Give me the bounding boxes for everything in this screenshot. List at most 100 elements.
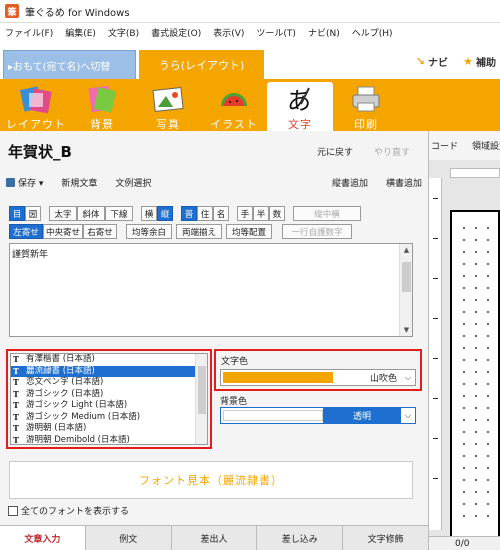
canvas-pane: コード 領域設定 0/0: [429, 131, 500, 550]
tate-chu-yoko-button[interactable]: 縦中横: [293, 206, 361, 221]
vertical-ruler: [429, 178, 442, 530]
number-button[interactable]: 数: [269, 206, 285, 221]
add-vertical-text-button[interactable]: 縦書追加: [332, 176, 368, 189]
title-bar: 筆 筆ぐるめ for Windows: [0, 0, 500, 23]
text-content: 謹賀新年: [12, 250, 49, 260]
ribbon-layout-button[interactable]: レイアウト: [3, 82, 69, 131]
format-button-2[interactable]: 圀: [25, 206, 41, 221]
handwriting-button[interactable]: 手: [237, 206, 253, 221]
navi-link[interactable]: ↘ ナビ: [416, 54, 448, 69]
horizontal-button[interactable]: 横: [141, 206, 157, 221]
ribbon-illustration-button[interactable]: イラスト: [201, 82, 267, 131]
scroll-up-icon[interactable]: ▲: [402, 246, 411, 254]
align-left-button[interactable]: 左寄せ: [9, 224, 43, 239]
text-input-area[interactable]: 謹賀新年 ▲ ▼: [9, 243, 413, 337]
font-item[interactable]: T 游ゴシック Light (日本語): [11, 400, 207, 412]
show-all-fonts-label: 全てのフォントを表示する: [21, 507, 130, 517]
help-link[interactable]: ★ 補助: [463, 54, 496, 69]
code-button[interactable]: コード: [431, 139, 458, 152]
show-all-fonts-checkbox[interactable]: 全てのフォントを表示する: [8, 504, 129, 517]
horizontal-ruler: [450, 168, 500, 178]
scroll-down-icon[interactable]: ▼: [402, 326, 411, 334]
ribbon-background-button[interactable]: 背景: [69, 82, 135, 131]
menu-text[interactable]: 文字(B): [108, 26, 139, 39]
vertical-button[interactable]: 縦: [157, 206, 173, 221]
save-button[interactable]: 保存 ▾: [6, 176, 43, 189]
menu-file[interactable]: ファイル(F): [5, 26, 53, 39]
font-item-selected[interactable]: T 麗流隷書 (日本語): [11, 365, 207, 377]
font-item[interactable]: T 游明朝 (日本語): [11, 423, 207, 435]
font-item-label: 有澤楷書 (日本語): [26, 354, 95, 364]
scroll-thumb[interactable]: [402, 262, 411, 292]
distribute-button[interactable]: 均等配置: [226, 224, 272, 239]
ruler-tick: [433, 358, 438, 359]
font-list-highlight: T 有澤楷書 (日本語) T 麗流隷書 (日本語) T 恋文ペン字 (日本語) T 游ゴ…: [6, 349, 212, 449]
tab-text-decoration[interactable]: 文字修飾: [343, 526, 429, 550]
save-label: 保存 ▾: [18, 178, 44, 189]
font-item-label: 游明朝 Demibold (日本語): [26, 434, 130, 445]
font-item[interactable]: T 游明朝 Demibold (日本語): [11, 434, 207, 445]
undo-button[interactable]: 元に戻す: [317, 145, 353, 158]
font-list-scrollbar[interactable]: [195, 354, 207, 444]
menu-navi[interactable]: ナビ(N): [308, 26, 340, 39]
text-color-name: 山吹色: [369, 374, 397, 384]
font-item-label: 游ゴシック (日本語): [26, 388, 104, 399]
ruler-tick: [433, 278, 438, 279]
menu-tools[interactable]: ツール(T): [256, 26, 296, 39]
align-right-button[interactable]: 右寄せ: [83, 224, 117, 239]
switch-to-front-tab[interactable]: ▸おもて(宛て名)へ切替: [3, 50, 136, 79]
menu-view[interactable]: 表示(V): [213, 26, 244, 39]
truetype-icon: T: [13, 388, 19, 399]
ribbon: レイアウト 背景 写真 イラスト あ 文字 印刷: [0, 79, 500, 131]
font-item[interactable]: T 恋文ペン字 (日本語): [11, 377, 207, 389]
checkbox-box[interactable]: [8, 505, 18, 516]
bold-button[interactable]: 太字: [49, 206, 77, 221]
ruler-tick: [433, 478, 438, 479]
ribbon-photo-button[interactable]: 写真: [135, 82, 201, 131]
text-color-select[interactable]: 山吹色 ⌵: [220, 369, 416, 386]
bg-color-select[interactable]: 透明 ⌵: [220, 407, 416, 424]
select-example-button[interactable]: 文例選択: [115, 176, 151, 189]
font-item[interactable]: T 游ゴシック (日本語): [11, 389, 207, 401]
align-center-button[interactable]: 中央寄せ: [43, 224, 83, 239]
bg-color-label: 背景色: [220, 397, 248, 407]
font-scroll-thumb[interactable]: [198, 366, 206, 414]
address-type-button[interactable]: 住: [197, 206, 213, 221]
font-item[interactable]: T 游ゴシック Medium (日本語): [11, 412, 207, 424]
page-counter: 0/0: [429, 536, 500, 550]
align-button-row: 左寄せ 中央寄せ 右寄せ 均等余白 両端揃え 均等配置 一行自護数字: [9, 224, 352, 240]
text-color-highlight: 文字色 山吹色 ⌵: [214, 349, 422, 391]
font-list[interactable]: T 有澤楷書 (日本語) T 麗流隷書 (日本語) T 恋文ペン字 (日本語) T 游ゴ…: [10, 353, 208, 445]
tab-sender[interactable]: 差出人: [171, 526, 258, 550]
tab-text-input[interactable]: 文章入力: [0, 526, 86, 550]
grid-dots: [458, 222, 498, 522]
font-item[interactable]: T 有澤楷書 (日本語): [11, 354, 207, 366]
text-scrollbar[interactable]: ▲ ▼: [399, 244, 412, 336]
postcard-canvas[interactable]: [450, 210, 500, 540]
ribbon-text-button[interactable]: あ 文字: [267, 82, 333, 131]
name-type-button[interactable]: 名: [213, 206, 229, 221]
normal-type-button[interactable]: 普: [181, 206, 197, 221]
format-button-1[interactable]: 目: [9, 206, 25, 221]
underline-button[interactable]: 下線: [105, 206, 133, 221]
redo-button[interactable]: やり直す: [374, 145, 410, 158]
tab-merge[interactable]: 差し込み: [257, 526, 344, 550]
add-horizontal-text-button[interactable]: 横書追加: [386, 176, 422, 189]
truetype-icon: T: [13, 354, 19, 364]
menu-edit[interactable]: 編集(E): [65, 26, 96, 39]
italic-button[interactable]: 斜体: [77, 206, 105, 221]
truetype-icon: T: [13, 400, 19, 410]
menu-format[interactable]: 書式設定(O): [151, 26, 201, 39]
navi-label: ナビ: [428, 58, 448, 69]
justify-button[interactable]: 両端揃え: [176, 224, 222, 239]
half-width-button[interactable]: 半: [253, 206, 269, 221]
back-layout-tab[interactable]: うら(レイアウト): [139, 50, 264, 79]
area-setting-button[interactable]: 領域設定: [472, 139, 500, 152]
even-margin-button[interactable]: 均等余白: [126, 224, 172, 239]
menu-help[interactable]: ヘルプ(H): [352, 26, 393, 39]
new-text-button[interactable]: 新規文章: [61, 176, 97, 189]
ribbon-text-label: 文字: [288, 118, 312, 131]
tab-examples[interactable]: 例文: [85, 526, 172, 550]
ribbon-print-button[interactable]: 印刷: [333, 82, 399, 131]
one-line-digits-button[interactable]: 一行自護数字: [282, 224, 352, 239]
